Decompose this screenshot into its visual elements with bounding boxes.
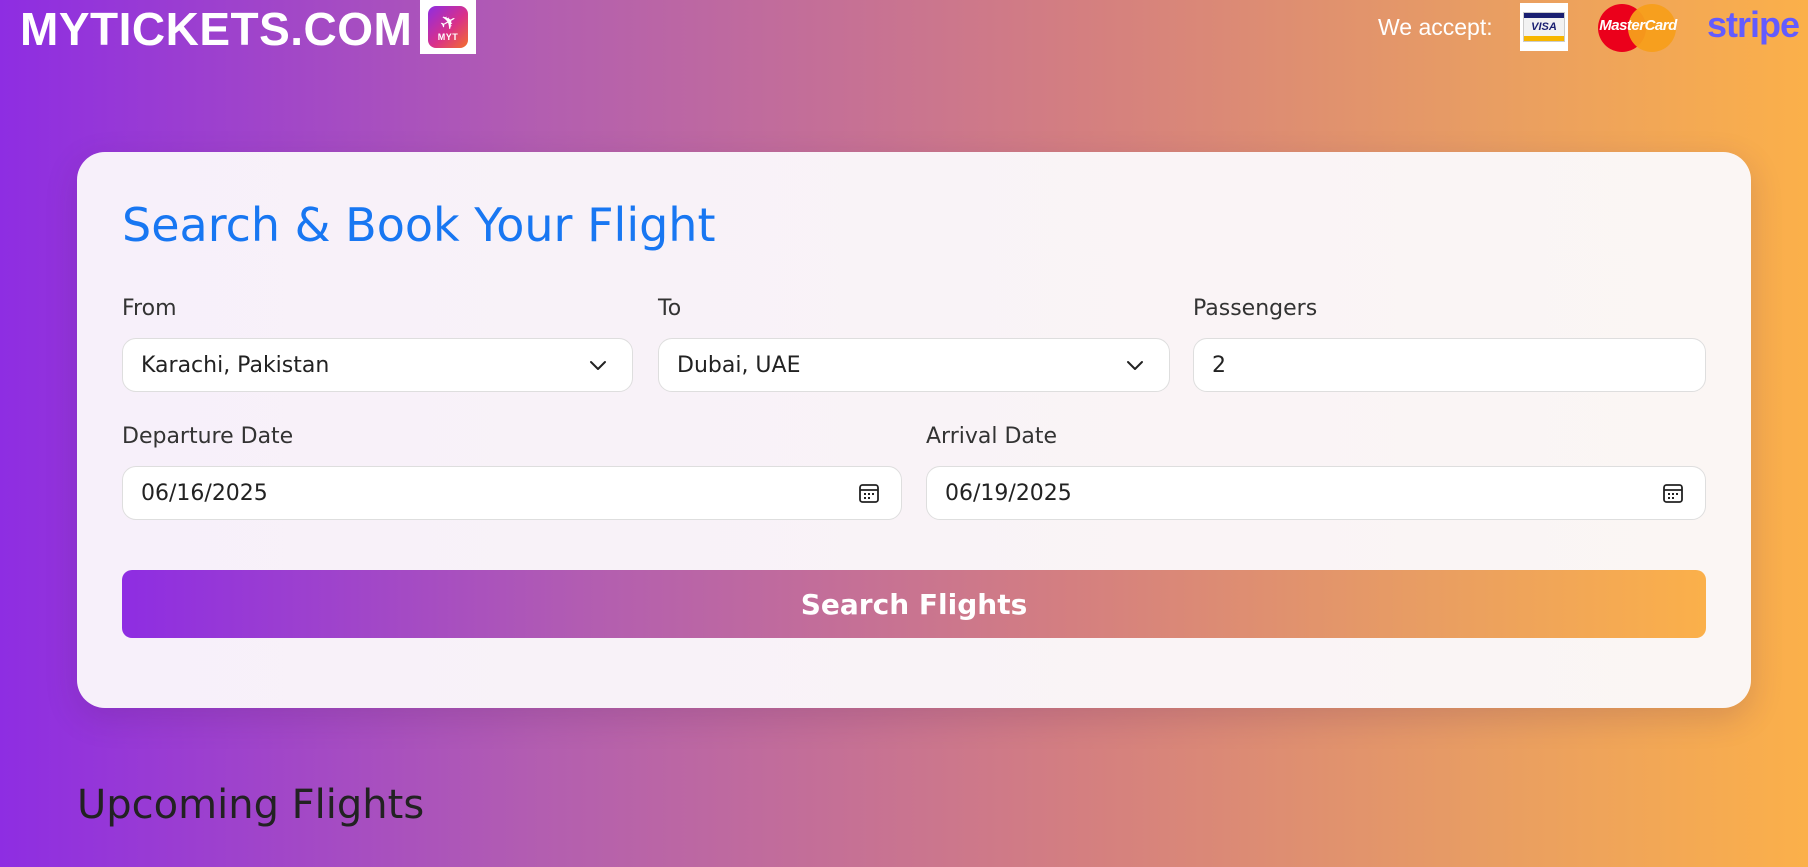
departure-date-value: 06/16/2025 (141, 480, 268, 506)
to-select[interactable]: Dubai, UAE (658, 338, 1170, 392)
to-select-value: Dubai, UAE (677, 352, 801, 378)
passengers-input[interactable]: 2 (1193, 338, 1706, 392)
arrival-date-input[interactable]: 06/19/2025 (926, 466, 1706, 520)
from-select[interactable]: Karachi, Pakistan (122, 338, 633, 392)
passengers-label: Passengers (1193, 296, 1318, 321)
departure-date-label: Departure Date (122, 424, 294, 449)
flight-search-card: Search & Book Your Flight From Karachi, … (77, 152, 1751, 708)
to-label: To (658, 296, 682, 321)
passengers-value: 2 (1212, 352, 1226, 378)
departure-date-input[interactable]: 06/16/2025 (122, 466, 902, 520)
brand-name[interactable]: MYTICKETS.COM (20, 3, 412, 55)
calendar-icon[interactable] (857, 481, 881, 505)
site-logo[interactable]: ✈ MYT (420, 0, 476, 54)
airplane-icon: ✈ (434, 7, 462, 37)
visa-logo: VISA (1520, 3, 1568, 51)
chevron-down-icon (1127, 361, 1143, 370)
logo-badge: ✈ MYT (428, 6, 468, 48)
visa-text: VISA (1531, 21, 1557, 33)
from-label: From (122, 296, 177, 321)
arrival-date-value: 06/19/2025 (945, 480, 1072, 506)
mastercard-text: MasterCard (1599, 17, 1677, 34)
calendar-icon[interactable] (1661, 481, 1685, 505)
upcoming-flights-heading: Upcoming Flights (77, 782, 425, 828)
search-flights-button[interactable]: Search Flights (122, 570, 1706, 638)
accept-label: We accept: (1378, 14, 1493, 40)
top-bar: MYTICKETS.COM ✈ MYT We accept: VISA Mast… (0, 0, 1808, 62)
from-select-value: Karachi, Pakistan (141, 352, 330, 378)
chevron-down-icon (590, 361, 606, 370)
stripe-logo: stripe (1707, 4, 1800, 45)
search-card-title: Search & Book Your Flight (122, 198, 716, 252)
mastercard-logo: MasterCard (1596, 3, 1680, 53)
arrival-date-label: Arrival Date (926, 424, 1058, 449)
